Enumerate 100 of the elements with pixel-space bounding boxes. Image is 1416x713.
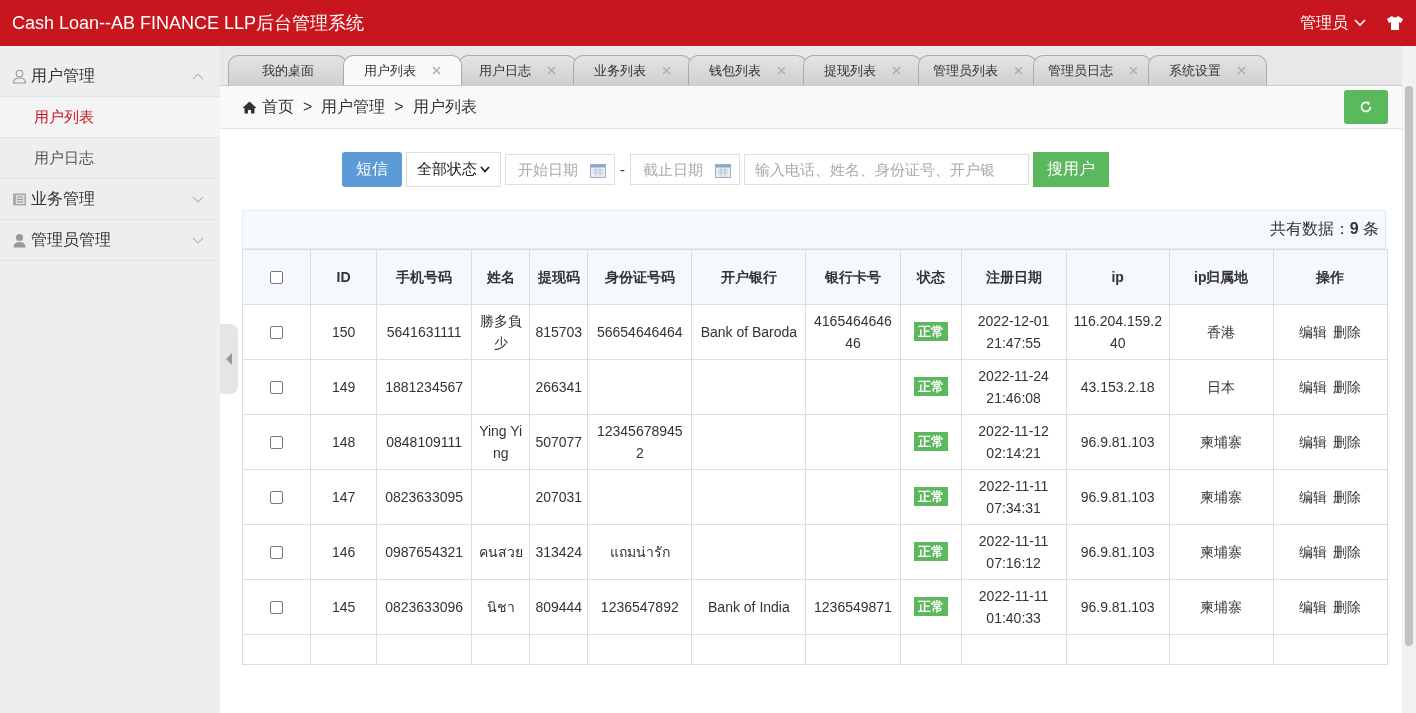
shirt-icon[interactable] [1386,15,1404,31]
table-cell: 507077 [535,434,583,450]
table-cell: 5641631111 [386,324,462,340]
action-link[interactable]: 删除 [1333,379,1362,395]
date-cell: 2022-12-01 21:47:55 [977,313,1050,351]
app-title: Cash Loan--AB FINANCE LLP后台管理系统 [12,12,365,35]
table-cell: 1236547892 [600,599,679,615]
tab[interactable]: 钱包列表 [688,55,807,85]
tab[interactable]: 我的桌面 [228,55,347,85]
table-cell: 柬埔寨 [1200,489,1243,505]
action-link[interactable]: 编辑 [1299,489,1328,505]
action-link[interactable]: 删除 [1333,599,1362,615]
action-link[interactable]: 编辑 [1299,434,1328,450]
table-cell: 1881234567 [385,379,464,395]
table-cell: 313424 [535,544,583,560]
table-cell: 柬埔寨 [1200,434,1243,450]
checkbox[interactable] [270,270,283,284]
breadcrumb-separator: > [394,98,404,116]
table-cell: 416546464646 [814,313,892,351]
close-icon[interactable] [1013,66,1023,75]
table-cell: 柬埔寨 [1200,599,1243,615]
action-link[interactable]: 编辑 [1299,544,1328,560]
close-icon[interactable] [547,66,556,75]
close-icon[interactable] [892,66,901,75]
action-link[interactable]: 删除 [1333,544,1362,560]
breadcrumb-link[interactable]: 首页 [262,96,294,118]
checkbox[interactable] [270,600,283,614]
book-icon [12,191,27,207]
sidebar-group[interactable]: 业务管理 [0,179,220,220]
column-header[interactable]: ID [336,269,351,285]
table-cell: Bank of India [708,599,790,615]
status-dropdown[interactable]: 全部状态 [406,152,501,187]
checkbox[interactable] [270,435,283,449]
admin-menu[interactable]: 管理员 [1300,12,1366,34]
sidebar-toggle-handle[interactable] [220,324,238,394]
action-link[interactable]: 删除 [1333,324,1362,340]
action-link[interactable]: 删除 [1333,489,1362,505]
tab[interactable]: 系统设置 [1148,55,1267,85]
table-cell: 148 [331,434,356,450]
table-cell: 96.9.81.103 [1080,434,1155,450]
action-link[interactable]: 编辑 [1299,324,1328,340]
table-cell: 0987654321 [385,544,464,560]
table-cell: 266341 [535,379,583,395]
table-cell: 56654646464 [596,324,683,340]
refresh-icon [1359,100,1373,114]
column-header[interactable]: ip [1111,269,1124,285]
checkbox[interactable] [270,325,283,339]
column-header[interactable]: 身份证号码 [604,269,675,285]
status-badge: 正常 [913,377,948,396]
column-header[interactable]: 开户银行 [720,269,777,285]
table-cell: 96.9.81.103 [1080,489,1155,505]
checkbox[interactable] [270,490,283,504]
date-range-separator: - [619,161,626,178]
table-cell: 116.204.159.240 [1073,313,1162,351]
breadcrumb-link[interactable]: 用户管理 [321,96,386,118]
chevron-down-icon[interactable] [1354,19,1366,27]
search-field[interactable]: 输入电话、姓名、身份证号、开户银 [744,154,1029,185]
home-icon[interactable] [242,100,257,114]
column-header[interactable]: 注册日期 [985,269,1042,285]
table-cell: 日本 [1207,379,1236,395]
scrollbar[interactable] [1402,46,1416,713]
table-cell: 0823633096 [385,599,464,615]
action-link[interactable]: 编辑 [1299,379,1328,395]
action-link[interactable]: 编辑 [1299,599,1328,615]
column-header[interactable]: 姓名 [486,269,515,285]
close-icon[interactable] [1237,66,1246,75]
close-icon[interactable] [777,66,786,75]
breadcrumb-separator: > [303,98,313,116]
tab[interactable]: 业务列表 [573,55,692,85]
column-header[interactable]: 银行卡号 [824,269,881,285]
record-count: 共有数据：9 条 [1269,219,1379,239]
refresh-button[interactable] [1344,90,1388,124]
calendar-icon[interactable] [590,164,606,178]
table-cell: 207031 [535,489,583,505]
date-field[interactable]: 截止日期 [630,154,740,185]
close-icon[interactable] [432,66,441,75]
table-cell: 150 [331,324,356,340]
sidebar-item[interactable]: 用户列表 [0,97,220,138]
column-header[interactable]: ip归属地 [1194,269,1249,285]
column-header[interactable]: 操作 [1316,269,1345,285]
column-header[interactable]: 状态 [916,269,945,285]
table-cell: 815703 [535,324,583,340]
tab[interactable]: 用户列表 [343,55,462,85]
table-cell: 96.9.81.103 [1080,599,1155,615]
date-cell: 2022-11-11 01:40:33 [978,588,1049,626]
calendar-icon[interactable] [715,164,731,178]
table-cell: Ying Ying [479,423,523,461]
checkbox[interactable] [270,380,283,394]
table-cell: 123456789452 [596,423,683,461]
table-cell: แถมน่ารัก [609,544,670,560]
column-header[interactable]: 手机号码 [396,269,453,285]
date-field[interactable]: 开始日期 [505,154,615,185]
chevron-down-icon [480,166,490,173]
close-icon[interactable] [1128,66,1138,75]
action-link[interactable]: 删除 [1333,434,1362,450]
status-badge: 正常 [913,487,948,506]
checkbox[interactable] [270,545,283,559]
table-cell: 0823633095 [385,489,464,505]
table-cell: Bank of Baroda [700,324,798,340]
close-icon[interactable] [662,66,671,75]
